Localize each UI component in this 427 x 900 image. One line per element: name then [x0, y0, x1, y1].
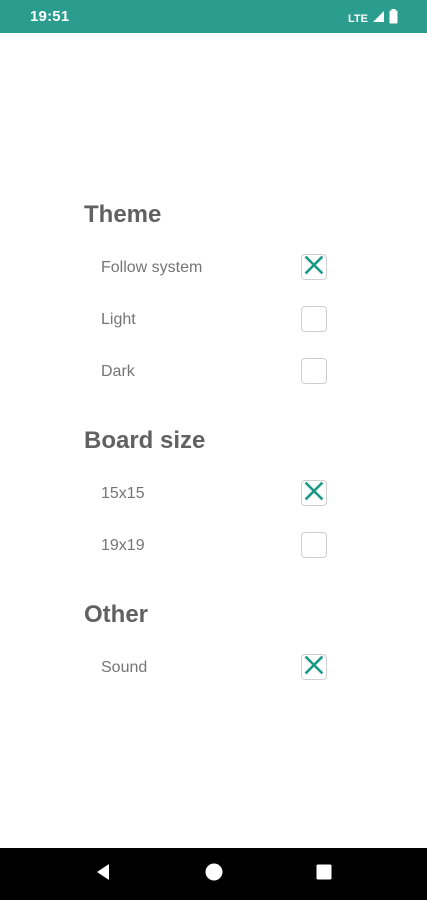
checkbox-follow-system[interactable] [301, 254, 327, 280]
back-icon [95, 863, 111, 886]
section-title-other: Other [84, 601, 149, 628]
status-icons: LTE [348, 9, 398, 29]
option-label-dark: Dark [101, 363, 135, 380]
checkbox-light[interactable] [301, 306, 327, 332]
section-title-board-size: Board size [84, 427, 206, 454]
option-label-light: Light [101, 311, 136, 328]
checkbox-dark[interactable] [301, 358, 327, 384]
option-label-follow-system: Follow system [101, 259, 203, 276]
checkbox-19x19[interactable] [301, 532, 327, 558]
option-label-sound: Sound [101, 659, 148, 676]
status-bar: 19:51 LTE [0, 0, 427, 33]
home-icon [205, 863, 223, 886]
network-type-label: LTE [348, 13, 368, 25]
navigation-bar [0, 848, 427, 900]
check-x-icon [304, 481, 324, 506]
nav-home-button[interactable] [184, 848, 244, 900]
recents-icon [316, 864, 332, 885]
settings-screen: Theme Follow system Light Dark Board siz… [0, 33, 427, 848]
checkbox-15x15[interactable] [301, 480, 327, 506]
check-x-icon [304, 255, 324, 280]
nav-back-button[interactable] [73, 848, 133, 900]
nav-recents-button[interactable] [294, 848, 354, 900]
section-title-theme: Theme [84, 201, 162, 228]
option-label-19x19: 19x19 [101, 537, 145, 554]
battery-icon [389, 9, 398, 29]
checkbox-sound[interactable] [301, 654, 327, 680]
check-x-icon [304, 655, 324, 680]
option-label-15x15: 15x15 [101, 485, 145, 502]
signal-icon [372, 10, 385, 28]
status-time: 19:51 [30, 8, 70, 25]
